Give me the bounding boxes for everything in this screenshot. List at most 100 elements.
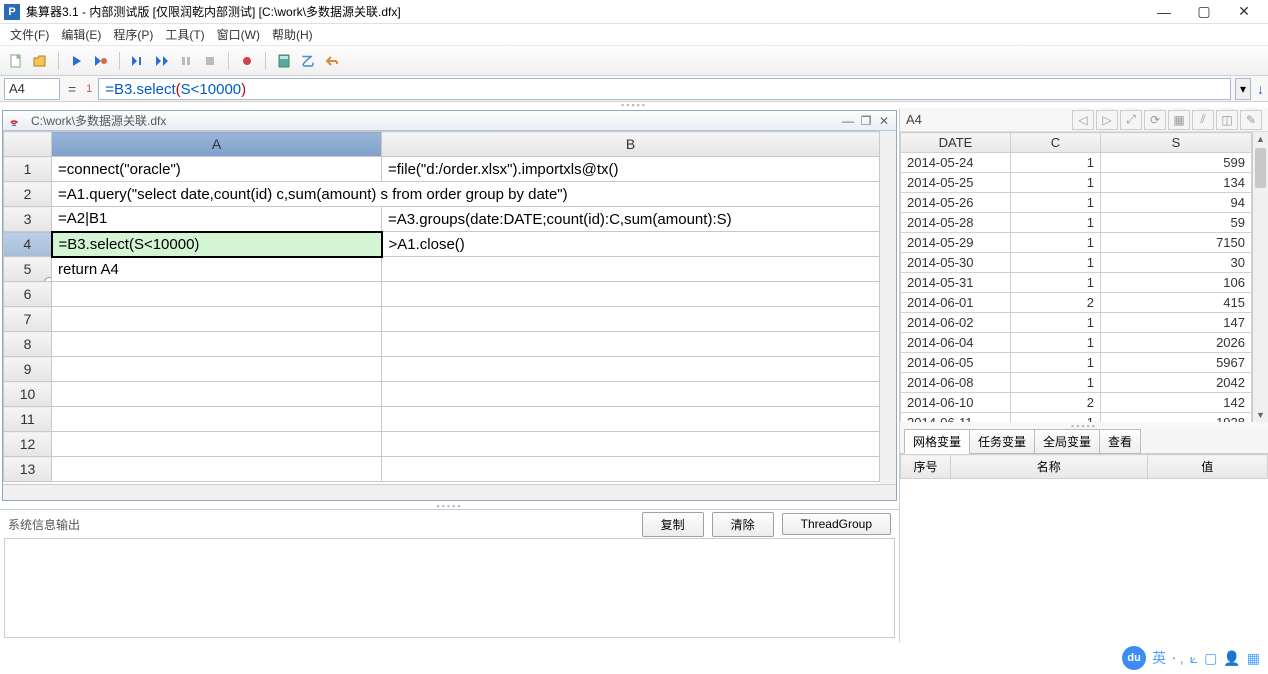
minimize-button[interactable]: —	[1144, 1, 1184, 23]
ime-grid-icon[interactable]: ▦	[1247, 650, 1260, 667]
row-header[interactable]: 8	[4, 332, 52, 357]
execute-arrow-icon[interactable]: ↓	[1253, 81, 1268, 97]
cell-b[interactable]: =file("d:/order.xlsx").importxls@tx()	[382, 157, 880, 182]
ime-dot-icon[interactable]: ⟀	[1190, 650, 1198, 667]
step-into-icon[interactable]	[152, 51, 172, 71]
grid-vertical-scrollbar[interactable]	[880, 131, 896, 484]
baidu-ime-icon[interactable]: du	[1122, 646, 1146, 670]
cell-reference-input[interactable]	[4, 78, 60, 100]
scrollbar-thumb[interactable]	[1255, 148, 1266, 188]
grid-row[interactable]: 12	[4, 432, 880, 457]
doc-close-icon[interactable]: ✕	[876, 113, 892, 129]
new-file-icon[interactable]	[6, 51, 26, 71]
result-row[interactable]: 2014-06-0812042	[901, 373, 1252, 393]
cell-a[interactable]	[52, 282, 382, 307]
menu-program[interactable]: 程序(P)	[107, 24, 159, 45]
grid-row[interactable]: 5−return A4	[4, 257, 880, 282]
cell-a[interactable]	[52, 332, 382, 357]
tab-task-vars[interactable]: 任务变量	[969, 429, 1035, 454]
formula-dropdown-icon[interactable]: ▾	[1235, 78, 1251, 100]
tool2-icon[interactable]: ⟳	[1144, 110, 1166, 130]
tool1-icon[interactable]: ⤢	[1120, 110, 1142, 130]
step-over-icon[interactable]	[128, 51, 148, 71]
row-header[interactable]: 2	[4, 182, 52, 207]
result-vertical-scrollbar[interactable]: ▲ ▼	[1252, 132, 1268, 422]
cell-b[interactable]	[382, 432, 880, 457]
calc-icon[interactable]	[274, 51, 294, 71]
tab-global-vars[interactable]: 全局变量	[1034, 429, 1100, 454]
grid-row[interactable]: 3=A2|B1=A3.groups(date:DATE;count(id):C,…	[4, 207, 880, 232]
ime-user-icon[interactable]: 👤	[1223, 650, 1240, 667]
result-row[interactable]: 2014-06-102142	[901, 393, 1252, 413]
cell-a[interactable]	[52, 357, 382, 382]
cell-a[interactable]: =A2|B1	[52, 207, 382, 232]
threadgroup-button[interactable]: ThreadGroup	[782, 513, 891, 535]
cell-a[interactable]	[52, 407, 382, 432]
result-table[interactable]: DATE C S 2014-05-2415992014-05-251134201…	[900, 132, 1252, 422]
reset-icon[interactable]: 乙	[298, 51, 318, 71]
cell-a[interactable]: return A4	[52, 257, 382, 282]
tab-grid-vars[interactable]: 网格变量	[904, 429, 970, 454]
pause-icon[interactable]	[176, 51, 196, 71]
cell-grid[interactable]: A B 1=connect("oracle")=file("d:/order.x…	[3, 131, 880, 482]
doc-minimize-icon[interactable]: —	[840, 113, 856, 129]
nav-next-icon[interactable]: ▷	[1096, 110, 1118, 130]
vars-col-value[interactable]: 值	[1147, 455, 1267, 479]
menu-edit[interactable]: 编辑(E)	[55, 24, 107, 45]
row-header[interactable]: 4	[4, 232, 52, 257]
result-col-c[interactable]: C	[1011, 133, 1101, 153]
result-row[interactable]: 2014-06-0412026	[901, 333, 1252, 353]
vars-col-name[interactable]: 名称	[951, 455, 1148, 479]
open-file-icon[interactable]	[30, 51, 50, 71]
undo-icon[interactable]	[322, 51, 342, 71]
chart-icon[interactable]: ◫	[1216, 110, 1238, 130]
ime-punct-icon[interactable]: ⸱ ,	[1172, 649, 1184, 668]
cell-a[interactable]	[52, 432, 382, 457]
result-row[interactable]: 2014-06-012415	[901, 293, 1252, 313]
result-col-date[interactable]: DATE	[901, 133, 1011, 153]
menu-tools[interactable]: 工具(T)	[159, 24, 210, 45]
cell-b[interactable]: >A1.close()	[382, 232, 880, 257]
cell-a[interactable]	[52, 382, 382, 407]
row-header[interactable]: 13	[4, 457, 52, 482]
grid-horizontal-scrollbar[interactable]	[3, 484, 896, 500]
close-button[interactable]: ✕	[1224, 1, 1264, 23]
stop-icon[interactable]	[200, 51, 220, 71]
row-header[interactable]: 1	[4, 157, 52, 182]
cell-a[interactable]	[52, 457, 382, 482]
result-row[interactable]: 2014-05-28159	[901, 213, 1252, 233]
tool3-icon[interactable]: ▦	[1168, 110, 1190, 130]
row-header[interactable]: 11	[4, 407, 52, 432]
row-header[interactable]: 6	[4, 282, 52, 307]
row-header[interactable]: 7	[4, 307, 52, 332]
nav-prev-icon[interactable]: ◁	[1072, 110, 1094, 130]
breakpoint-icon[interactable]	[237, 51, 257, 71]
run-icon[interactable]	[67, 51, 87, 71]
doc-restore-icon[interactable]: ❐	[858, 113, 874, 129]
result-row[interactable]: 2014-06-0515967	[901, 353, 1252, 373]
cell-b[interactable]	[382, 257, 880, 282]
pin-icon[interactable]: ✎	[1240, 110, 1262, 130]
grid-row[interactable]: 9	[4, 357, 880, 382]
row-header[interactable]: 12	[4, 432, 52, 457]
col-header-a[interactable]: A	[52, 132, 382, 157]
row-header[interactable]: 9	[4, 357, 52, 382]
cell-b[interactable]	[382, 357, 880, 382]
cell-a[interactable]: =B3.select(S<10000)	[52, 232, 382, 257]
result-row[interactable]: 2014-05-241599	[901, 153, 1252, 173]
grid-row[interactable]: 1=connect("oracle")=file("d:/order.xlsx"…	[4, 157, 880, 182]
ime-screen-icon[interactable]: ▢	[1204, 650, 1217, 667]
variables-table[interactable]: 序号 名称 值	[900, 454, 1268, 642]
ime-lang-icon[interactable]: 英	[1152, 648, 1166, 668]
grid-row[interactable]: 6	[4, 282, 880, 307]
menu-window[interactable]: 窗口(W)	[211, 24, 266, 45]
col-header-b[interactable]: B	[382, 132, 880, 157]
grid-row[interactable]: 8	[4, 332, 880, 357]
cell-b[interactable]	[382, 332, 880, 357]
maximize-button[interactable]: ▢	[1184, 1, 1224, 23]
formula-input[interactable]: =B3.select(S<10000)	[98, 78, 1231, 100]
vars-col-index[interactable]: 序号	[901, 455, 951, 479]
cell-b[interactable]	[382, 307, 880, 332]
result-row[interactable]: 2014-06-021147	[901, 313, 1252, 333]
result-col-s[interactable]: S	[1101, 133, 1252, 153]
